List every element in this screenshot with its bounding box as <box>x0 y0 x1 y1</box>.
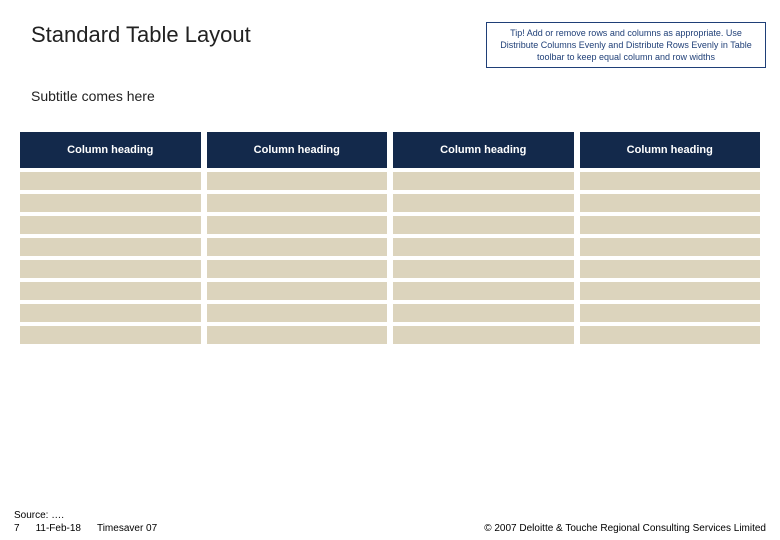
table-cell <box>20 260 201 278</box>
footer-line: 7 11-Feb-18 Timesaver 07 © 2007 Deloitte… <box>10 523 770 534</box>
table-row <box>20 172 760 190</box>
table-header-row: Column heading Column heading Column hea… <box>20 132 760 168</box>
table-row <box>20 326 760 344</box>
table-body <box>20 172 760 344</box>
column-heading: Column heading <box>580 132 761 168</box>
page-number: 7 <box>14 523 20 534</box>
source-label: Source: …. <box>10 510 770 521</box>
table-row <box>20 282 760 300</box>
table-cell <box>207 260 388 278</box>
layout-table: Column heading Column heading Column hea… <box>14 128 766 348</box>
table-cell <box>207 172 388 190</box>
table-cell <box>393 238 574 256</box>
table-cell <box>580 304 761 322</box>
slide-title: Standard Table Layout <box>14 22 251 48</box>
table-cell <box>207 326 388 344</box>
table-cell <box>393 194 574 212</box>
table-cell <box>393 216 574 234</box>
table-cell <box>20 172 201 190</box>
footer-date: 11-Feb-18 <box>36 523 81 534</box>
table-row <box>20 304 760 322</box>
table-cell <box>20 216 201 234</box>
column-heading: Column heading <box>207 132 388 168</box>
table-row <box>20 260 760 278</box>
column-heading: Column heading <box>20 132 201 168</box>
column-heading: Column heading <box>393 132 574 168</box>
table-cell <box>393 304 574 322</box>
table-cell <box>207 216 388 234</box>
table-row <box>20 194 760 212</box>
table-cell <box>580 282 761 300</box>
table-cell <box>207 194 388 212</box>
table-cell <box>580 238 761 256</box>
table-cell <box>580 260 761 278</box>
tip-callout: Tip! Add or remove rows and columns as a… <box>486 22 766 68</box>
footer-left: 7 11-Feb-18 Timesaver 07 <box>14 523 157 534</box>
table-cell <box>20 282 201 300</box>
table-cell <box>393 172 574 190</box>
table-cell <box>207 282 388 300</box>
table-cell <box>580 194 761 212</box>
table-row <box>20 216 760 234</box>
slide-subtitle: Subtitle comes here <box>14 88 766 104</box>
table-cell <box>393 260 574 278</box>
footer-doc-title: Timesaver 07 <box>97 523 157 534</box>
slide: Standard Table Layout Tip! Add or remove… <box>0 0 780 540</box>
table-cell <box>393 326 574 344</box>
table-cell <box>207 238 388 256</box>
table-cell <box>580 326 761 344</box>
table-cell <box>393 282 574 300</box>
table-cell <box>20 194 201 212</box>
table-cell <box>580 216 761 234</box>
table-cell <box>207 304 388 322</box>
table-cell <box>20 304 201 322</box>
copyright: © 2007 Deloitte & Touche Regional Consul… <box>484 523 766 534</box>
header-row: Standard Table Layout Tip! Add or remove… <box>14 22 766 68</box>
table-cell <box>20 326 201 344</box>
table-cell <box>20 238 201 256</box>
table-row <box>20 238 760 256</box>
table-cell <box>580 172 761 190</box>
footer: Source: …. 7 11-Feb-18 Timesaver 07 © 20… <box>0 510 780 534</box>
